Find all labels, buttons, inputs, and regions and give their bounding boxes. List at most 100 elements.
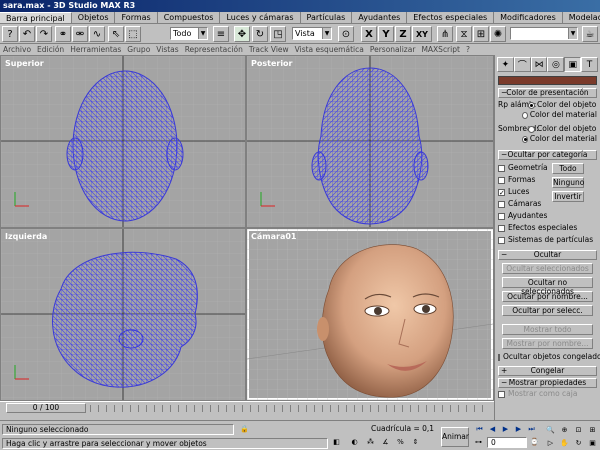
unlink-icon[interactable]: ⚮ (72, 26, 88, 42)
select-object-icon[interactable]: ⇖ (108, 26, 124, 42)
category-checkbox[interactable] (498, 236, 505, 244)
create-tab-icon[interactable]: ✦ (497, 57, 514, 72)
menu-item-5[interactable]: Representación (182, 44, 246, 55)
tab-4[interactable]: Luces y cámaras (220, 12, 301, 23)
tab-2[interactable]: Formas (115, 12, 158, 23)
viewport-left[interactable]: Izquierda (1, 229, 245, 400)
hide-button-5[interactable]: Mostrar por nombre... (502, 338, 593, 349)
rollout-header[interactable]: − Ocultar por categoría (498, 150, 597, 160)
restrict-x-button[interactable]: X (361, 26, 377, 42)
menu-item-2[interactable]: Herramientas (67, 44, 124, 55)
hide-button-3[interactable]: Ocultar por selecc. (502, 305, 593, 316)
tab-1[interactable]: Objetos (72, 12, 116, 23)
viewport-camera[interactable]: Cámara01 (247, 229, 493, 400)
link-icon[interactable]: ⚭ (55, 26, 71, 42)
viewport-top[interactable]: Superior (1, 56, 245, 227)
degradation-icon[interactable]: ◐ (350, 438, 359, 447)
go-to-end-icon[interactable]: ⏭ (526, 424, 537, 434)
menu-item-9[interactable]: MAXScript (418, 44, 463, 55)
utilities-tab-icon[interactable]: T (581, 57, 598, 72)
shaded-material-radio[interactable] (521, 135, 528, 143)
rollout-header[interactable]: − Color de presentación (498, 88, 597, 98)
tab-8[interactable]: Modificadores (494, 12, 563, 23)
menu-item-3[interactable]: Grupo (124, 44, 153, 55)
pan-icon[interactable]: ✋ (560, 439, 569, 448)
modify-tab-icon[interactable]: ⌒ (513, 57, 531, 72)
category-checkbox[interactable] (498, 224, 505, 232)
tab-0[interactable]: Barra principal (0, 12, 72, 23)
select-scale-icon[interactable]: ◳ (270, 26, 286, 42)
undo-icon[interactable]: ↶ (19, 26, 35, 42)
motion-tab-icon[interactable]: ◎ (547, 57, 565, 72)
reference-coord-select[interactable]: Vista ▼ (292, 27, 332, 40)
select-by-name-icon[interactable]: ≡ (213, 26, 229, 42)
tab-6[interactable]: Ayudantes (352, 12, 408, 23)
tab-9[interactable]: Modelado (563, 12, 600, 23)
menu-item-10[interactable]: ? (463, 44, 473, 55)
hide-button-0[interactable]: Ocultar seleccionados (502, 263, 593, 274)
time-config-icon[interactable]: ⌚ (530, 438, 539, 447)
tab-3[interactable]: Compuestos (158, 12, 221, 23)
previous-frame-icon[interactable]: ◀ (487, 424, 498, 434)
menu-item-4[interactable]: Vistas (153, 44, 181, 55)
help-pointer-icon[interactable]: ? (2, 26, 18, 42)
category-checkbox[interactable] (498, 212, 505, 220)
rollout-header[interactable]: + Congelar (498, 366, 597, 376)
arc-rotate-icon[interactable]: ↻ (574, 439, 583, 448)
render-scene-icon[interactable]: ☕ (582, 26, 598, 42)
display-tab-icon[interactable]: ▣ (564, 57, 582, 72)
spinner-snap-icon[interactable]: ⇕ (411, 438, 420, 447)
bind-space-warp-icon[interactable]: ∿ (89, 26, 105, 42)
select-rotate-icon[interactable]: ↻ (252, 26, 268, 42)
tab-5[interactable]: Partículas (301, 12, 353, 23)
select-move-icon[interactable]: ✥ (234, 26, 250, 42)
key-mode-icon[interactable]: ⊶ (474, 438, 483, 447)
next-frame-icon[interactable]: ▶ (513, 424, 524, 434)
shaded-object-radio[interactable] (528, 125, 535, 133)
align-icon[interactable]: ⊞ (473, 26, 489, 42)
viewport-back[interactable]: Posterior (247, 56, 493, 227)
maximize-viewport-icon[interactable]: ▣ (588, 439, 597, 448)
hide-button-2[interactable]: Ocultar por nombre... (502, 291, 593, 302)
material-editor-icon[interactable]: ✺ (490, 26, 506, 42)
percent-snap-icon[interactable]: % (396, 438, 405, 447)
hide-frozen-checkbox[interactable] (498, 353, 500, 361)
time-slider[interactable]: 0 / 100 (6, 403, 86, 413)
redo-icon[interactable]: ↷ (36, 26, 52, 42)
selection-filter-select[interactable]: Todo ▼ (170, 27, 208, 40)
mirror-icon[interactable]: ⧖ (456, 26, 472, 42)
crossing-icon[interactable]: ◧ (332, 438, 341, 447)
tab-7[interactable]: Efectos especiales (407, 12, 495, 23)
restrict-y-button[interactable]: Y (378, 26, 394, 42)
zoom-extents-all-icon[interactable]: ⊞ (588, 426, 597, 435)
fov-icon[interactable]: ▷ (546, 439, 555, 448)
restrict-xy-button[interactable]: XY (412, 26, 432, 42)
category-checkbox[interactable] (498, 164, 505, 172)
rollout-header[interactable]: − Mostrar propiedades (498, 378, 597, 388)
inverse-kinematics-icon[interactable]: ⋔ (437, 26, 453, 42)
time-ruler[interactable] (90, 405, 490, 412)
menu-item-0[interactable]: Archivo (0, 44, 34, 55)
rollout-header[interactable]: − Ocultar (498, 250, 597, 260)
wire-object-radio[interactable] (528, 101, 535, 109)
menu-item-1[interactable]: Edición (34, 44, 67, 55)
go-to-start-icon[interactable]: ⏮ (474, 424, 485, 434)
hide-button-1[interactable]: Ocultar no seleccionados (502, 277, 593, 296)
display-as-box-checkbox[interactable] (498, 390, 505, 398)
menu-item-6[interactable]: Track View (246, 44, 292, 55)
play-icon[interactable]: ▶ (500, 424, 511, 434)
zoom-extents-icon[interactable]: ⊡ (574, 426, 583, 435)
category-checkbox[interactable] (498, 200, 505, 208)
hide-button-4[interactable]: Mostrar todo (502, 324, 593, 335)
select-region-icon[interactable]: ⬚ (125, 26, 141, 42)
object-color-swatch[interactable] (498, 76, 597, 85)
hierarchy-tab-icon[interactable]: ⋈ (530, 57, 548, 72)
zoom-all-icon[interactable]: ⊕ (560, 426, 569, 435)
category-checkbox[interactable]: ✓ (498, 188, 505, 196)
restrict-z-button[interactable]: Z (395, 26, 411, 42)
category-checkbox[interactable] (498, 176, 505, 184)
menu-item-7[interactable]: Vista esquemática (292, 44, 367, 55)
angle-snap-icon[interactable]: ∡ (381, 438, 390, 447)
wire-material-radio[interactable] (521, 111, 528, 119)
snap-icon[interactable]: ⁂ (366, 438, 375, 447)
